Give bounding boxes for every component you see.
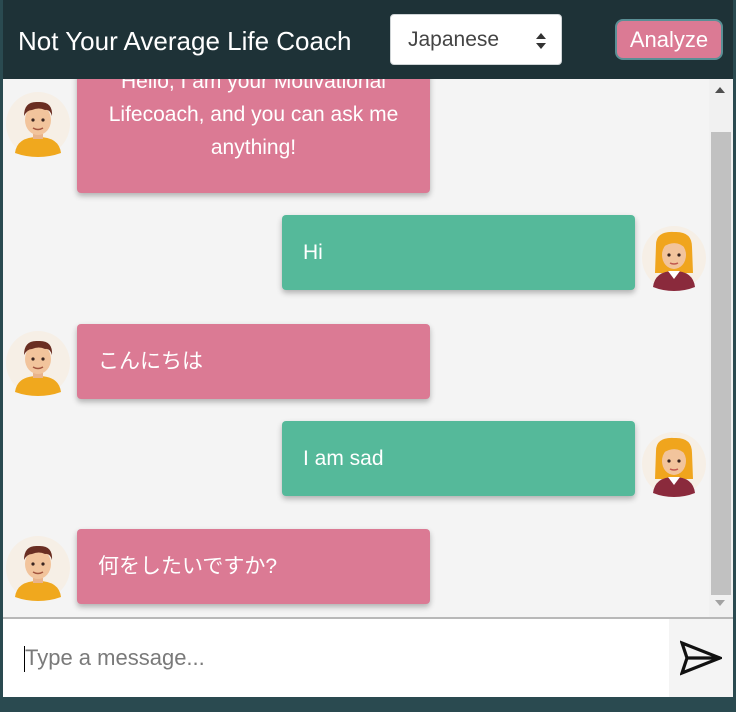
chat-scrollbar[interactable]	[709, 79, 733, 617]
bot-message: こんにちは	[77, 324, 430, 399]
bot-message: Hello, I am your Motivational Lifecoach,…	[77, 79, 430, 193]
analyze-button[interactable]: Analyze	[615, 19, 723, 60]
composer-bar	[3, 617, 733, 697]
bot-avatar	[5, 535, 71, 601]
message-text: こんにちは	[98, 350, 203, 373]
user-message: Hi	[282, 215, 635, 290]
bot-message: 何をしたいですか?	[77, 529, 430, 604]
message-text: Hi	[303, 241, 323, 264]
message-text: 何をしたいですか?	[98, 555, 278, 578]
header-bar: Not Your Average Life Coach Japanese Ana…	[3, 0, 733, 79]
app-title: Not Your Average Life Coach	[18, 26, 352, 56]
bot-avatar	[5, 91, 71, 157]
scroll-down-icon[interactable]	[715, 600, 725, 606]
text-cursor	[24, 646, 25, 672]
message-list: Hello, I am your Motivational Lifecoach,…	[3, 79, 709, 617]
scroll-up-icon[interactable]	[715, 87, 725, 93]
bot-avatar	[5, 330, 71, 396]
user-avatar	[641, 225, 707, 291]
message-input[interactable]	[3, 619, 669, 697]
select-arrows-icon	[536, 33, 546, 49]
send-icon	[680, 640, 722, 676]
message-text: Hello, I am your Motivational Lifecoach,…	[108, 79, 399, 159]
user-message: I am sad	[282, 421, 635, 496]
message-text: I am sad	[303, 447, 384, 470]
scrollbar-thumb[interactable]	[711, 132, 731, 595]
send-button[interactable]	[669, 619, 733, 697]
language-select[interactable]: Japanese	[390, 14, 562, 65]
language-select-value: Japanese	[408, 28, 500, 51]
chat-app: Not Your Average Life Coach Japanese Ana…	[3, 0, 733, 697]
user-avatar	[641, 431, 707, 497]
